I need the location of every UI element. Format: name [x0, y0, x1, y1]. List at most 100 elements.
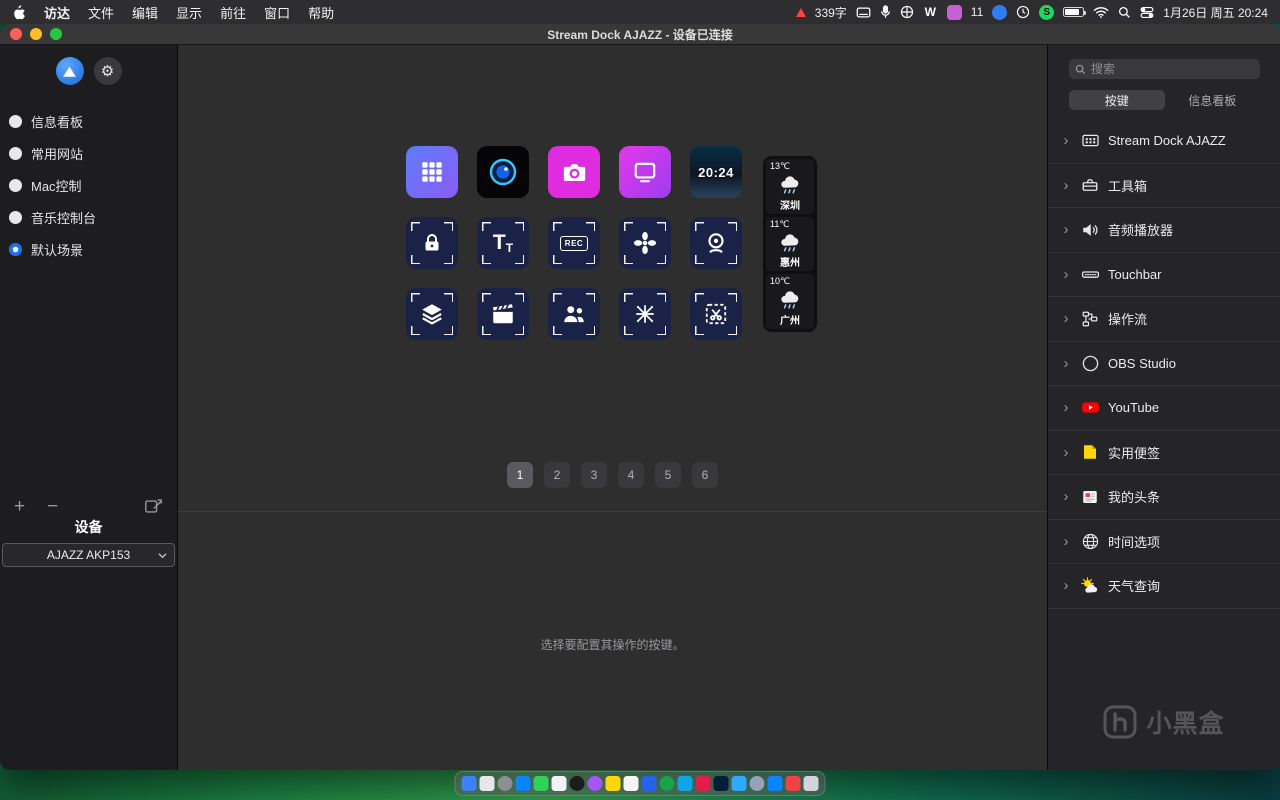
category-youtube[interactable]: › YouTube	[1048, 386, 1280, 431]
scene-item-dashboard[interactable]: 信息看板	[0, 105, 177, 137]
chevron-right-icon[interactable]: ›	[1060, 178, 1072, 193]
close-window-button[interactable]	[10, 28, 22, 40]
chevron-right-icon[interactable]: ›	[1060, 489, 1072, 504]
category-stream-dock[interactable]: › Stream Dock AJAZZ	[1048, 119, 1280, 164]
dock-app-icon[interactable]	[623, 776, 639, 791]
category-touchbar[interactable]: › Touchbar	[1048, 253, 1280, 297]
category-weather-lookup[interactable]: › 天气查询	[1048, 564, 1280, 609]
dock-app-icon[interactable]	[461, 776, 477, 791]
category-time-options[interactable]: › 时间选项	[1048, 520, 1280, 564]
key-clapperboard[interactable]	[477, 288, 529, 340]
time-machine-icon[interactable]	[1016, 5, 1030, 19]
status-count-badge[interactable]: 11	[971, 5, 983, 19]
input-method-icon[interactable]	[856, 6, 871, 19]
battery-icon[interactable]	[1063, 7, 1087, 17]
key-group-portrait[interactable]	[548, 288, 600, 340]
dock-app-icon[interactable]	[785, 776, 801, 791]
page-button-6[interactable]: 6	[692, 462, 718, 488]
key-fan[interactable]	[619, 217, 671, 269]
chevron-right-icon[interactable]: ›	[1060, 578, 1072, 593]
translate-icon[interactable]	[900, 5, 914, 19]
category-action-flow[interactable]: › 操作流	[1048, 297, 1280, 342]
dock-app-icon[interactable]	[641, 776, 657, 791]
app-status-icon[interactable]	[946, 4, 962, 20]
menubar-datetime[interactable]: 1月26日 周五 20:24	[1163, 4, 1268, 21]
dock-app-icon[interactable]	[803, 776, 819, 791]
key-lock-screen[interactable]	[406, 217, 458, 269]
chevron-right-icon[interactable]: ›	[1060, 534, 1072, 549]
device-selector[interactable]: AJAZZ AKP153	[2, 543, 175, 567]
weather-widget[interactable]: 13℃ 深圳 11℃ 惠州 10℃ 广州	[762, 155, 818, 333]
category-headlines[interactable]: › 我的头条	[1048, 475, 1280, 520]
key-clock-widget[interactable]: 20:24	[690, 146, 742, 198]
chevron-right-icon[interactable]: ›	[1060, 267, 1072, 282]
wikipedia-icon[interactable]: W	[923, 5, 938, 20]
settings-button[interactable]: ⚙	[93, 57, 122, 85]
key-screenshot-cut[interactable]	[690, 288, 742, 340]
key-record[interactable]: REC	[548, 217, 600, 269]
key-camera-lens[interactable]	[477, 146, 529, 198]
dock-app-icon[interactable]	[479, 776, 495, 791]
key-webcam[interactable]	[690, 217, 742, 269]
minimize-window-button[interactable]	[30, 28, 42, 40]
status-alert-icon[interactable]	[795, 7, 806, 17]
dock-app-icon[interactable]	[677, 776, 693, 791]
dock-app-icon[interactable]	[713, 776, 729, 791]
key-text-tool[interactable]: TT	[477, 217, 529, 269]
scene-item-websites[interactable]: 常用网站	[0, 137, 177, 169]
microphone-icon[interactable]	[880, 5, 891, 19]
page-button-5[interactable]: 5	[655, 462, 681, 488]
weather-cell-huizhou[interactable]: 11℃ 惠州	[766, 216, 814, 272]
category-toolbox[interactable]: › 工具箱	[1048, 164, 1280, 208]
dock-app-icon[interactable]	[533, 776, 549, 791]
spotlight-search-icon[interactable]	[1118, 6, 1131, 19]
remove-scene-button[interactable]: −	[47, 497, 58, 516]
dock-app-icon[interactable]	[731, 776, 747, 791]
weather-cell-shenzhen[interactable]: 13℃ 深圳	[766, 159, 814, 214]
tab-keys[interactable]: 按键	[1069, 90, 1165, 110]
dock-app-icon[interactable]	[497, 776, 513, 791]
key-screenshot-camera[interactable]	[548, 146, 600, 198]
menu-item-file[interactable]: 文件	[88, 3, 114, 22]
dock-app-icon[interactable]	[767, 776, 783, 791]
key-fireworks[interactable]	[619, 288, 671, 340]
menu-item-help[interactable]: 帮助	[308, 3, 334, 22]
scene-item-default[interactable]: 默认场景	[0, 233, 177, 265]
page-button-1[interactable]: 1	[507, 462, 533, 488]
category-sticky-notes[interactable]: › 实用便签	[1048, 431, 1280, 475]
page-button-3[interactable]: 3	[581, 462, 607, 488]
vpn-status-icon[interactable]	[992, 4, 1008, 20]
chevron-right-icon[interactable]: ›	[1060, 356, 1072, 371]
status-word-count[interactable]: 339字	[815, 4, 847, 21]
category-audio-player[interactable]: › 音频播放器	[1048, 208, 1280, 253]
dock-app-icon[interactable]	[695, 776, 711, 791]
dock-app-icon[interactable]	[551, 776, 567, 791]
apple-menu-icon[interactable]	[12, 4, 26, 20]
chevron-right-icon[interactable]: ›	[1060, 133, 1072, 148]
dock-app-icon[interactable]	[749, 776, 765, 791]
key-screen-capture[interactable]	[619, 146, 671, 198]
dock-app-icon[interactable]	[569, 776, 585, 791]
scene-item-music-console[interactable]: 音乐控制台	[0, 201, 177, 233]
search-box[interactable]	[1069, 59, 1260, 79]
chevron-right-icon[interactable]: ›	[1060, 222, 1072, 237]
zoom-window-button[interactable]	[50, 28, 62, 40]
menu-item-finder[interactable]: 访达	[44, 3, 70, 22]
page-button-2[interactable]: 2	[544, 462, 570, 488]
dock-app-icon[interactable]	[515, 776, 531, 791]
spotify-icon[interactable]: S	[1039, 4, 1055, 20]
key-app-launcher[interactable]	[406, 146, 458, 198]
tab-dashboard[interactable]: 信息看板	[1165, 90, 1261, 110]
chevron-right-icon[interactable]: ›	[1060, 400, 1072, 415]
key-layers[interactable]	[406, 288, 458, 340]
wifi-icon[interactable]	[1093, 6, 1109, 18]
dock-app-icon[interactable]	[587, 776, 603, 791]
page-button-4[interactable]: 4	[618, 462, 644, 488]
menu-item-window[interactable]: 窗口	[264, 3, 290, 22]
window-titlebar[interactable]: Stream Dock AJAZZ - 设备已连接	[0, 24, 1280, 45]
scene-item-mac-control[interactable]: Mac控制	[0, 169, 177, 201]
add-scene-button[interactable]: +	[14, 497, 25, 516]
menu-item-edit[interactable]: 编辑	[132, 3, 158, 22]
control-center-icon[interactable]	[1140, 6, 1154, 19]
dock-app-icon[interactable]	[605, 776, 621, 791]
